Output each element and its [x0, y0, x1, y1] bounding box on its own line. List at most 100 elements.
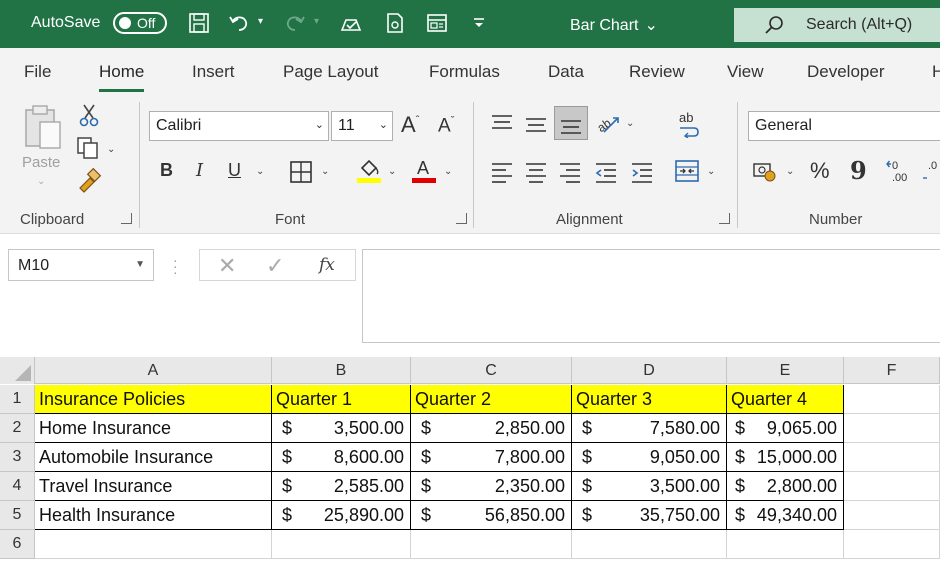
- cell-b2[interactable]: $3,500.00: [272, 414, 411, 443]
- cell-d1[interactable]: Quarter 3: [572, 385, 727, 414]
- row-header-3[interactable]: 3: [0, 443, 35, 472]
- cell-f6[interactable]: [844, 530, 940, 559]
- cell-a1[interactable]: Insurance Policies: [35, 385, 272, 414]
- tab-review[interactable]: Review: [629, 62, 685, 82]
- copy-icon[interactable]: [76, 136, 100, 160]
- underline-button[interactable]: U: [228, 160, 241, 181]
- cell-b5[interactable]: $25,890.00: [272, 501, 411, 530]
- cell-d5[interactable]: $35,750.00: [572, 501, 727, 530]
- cell-f1[interactable]: [844, 385, 940, 414]
- cell-f5[interactable]: [844, 501, 940, 530]
- middle-align-icon[interactable]: [524, 112, 548, 136]
- cell-c3[interactable]: $7,800.00: [411, 443, 572, 472]
- accounting-caret-icon[interactable]: ⌄: [786, 166, 794, 177]
- column-header-d[interactable]: D: [572, 357, 727, 384]
- fill-color-icon[interactable]: [356, 156, 382, 184]
- cell-e6[interactable]: [727, 530, 844, 559]
- clipboard-launcher-icon[interactable]: [121, 213, 132, 224]
- bold-button[interactable]: B: [160, 160, 173, 181]
- row-header-5[interactable]: 5: [0, 501, 35, 530]
- drag-handle-icon[interactable]: · · ·: [173, 253, 178, 279]
- top-align-icon[interactable]: [490, 112, 514, 136]
- increase-indent-icon[interactable]: [630, 160, 654, 184]
- name-box[interactable]: M10 ▼: [8, 249, 154, 281]
- font-color-icon[interactable]: A: [411, 156, 437, 184]
- enter-icon[interactable]: ✓: [266, 253, 284, 279]
- cell-c4[interactable]: $2,350.00: [411, 472, 572, 501]
- bottom-align-icon[interactable]: [554, 106, 588, 140]
- percent-style-button[interactable]: %: [810, 158, 830, 184]
- select-all-corner[interactable]: [0, 357, 35, 384]
- increase-font-size-icon[interactable]: Aˆ: [401, 112, 419, 138]
- cell-b4[interactable]: $2,585.00: [272, 472, 411, 501]
- merge-caret-icon[interactable]: ⌄: [707, 166, 715, 177]
- column-header-c[interactable]: C: [411, 357, 572, 384]
- cell-a4[interactable]: Travel Insurance: [35, 472, 272, 501]
- cell-a3[interactable]: Automobile Insurance: [35, 443, 272, 472]
- column-header-b[interactable]: B: [272, 357, 411, 384]
- cell-e4[interactable]: $2,800.00: [727, 472, 844, 501]
- cell-e2[interactable]: $9,065.00: [727, 414, 844, 443]
- undo-icon[interactable]: [228, 12, 250, 34]
- print-preview-icon[interactable]: [384, 12, 406, 34]
- font-launcher-icon[interactable]: [456, 213, 467, 224]
- comma-style-button[interactable]: 9: [850, 156, 867, 185]
- paste-caret-icon[interactable]: ⌄: [37, 176, 45, 187]
- font-name-combo[interactable]: Calibri ⌄: [149, 111, 329, 141]
- font-color-caret-icon[interactable]: ⌄: [444, 166, 452, 177]
- column-header-f[interactable]: F: [844, 357, 940, 384]
- cell-d6[interactable]: [572, 530, 727, 559]
- paste-icon[interactable]: [22, 104, 66, 152]
- tab-view[interactable]: View: [727, 62, 764, 82]
- merge-center-icon[interactable]: [674, 158, 700, 184]
- cut-icon[interactable]: [78, 103, 100, 127]
- cell-a6[interactable]: [35, 530, 272, 559]
- cell-a5[interactable]: Health Insurance: [35, 501, 272, 530]
- row-header-2[interactable]: 2: [0, 414, 35, 443]
- row-header-4[interactable]: 4: [0, 472, 35, 501]
- cell-c1[interactable]: Quarter 2: [411, 385, 572, 414]
- tab-page-layout[interactable]: Page Layout: [283, 62, 378, 82]
- quick-print-icon[interactable]: [340, 12, 362, 34]
- column-header-a[interactable]: A: [35, 357, 272, 384]
- cancel-icon[interactable]: ✕: [218, 253, 236, 279]
- tab-developer[interactable]: Developer: [807, 62, 885, 82]
- borders-icon[interactable]: [289, 160, 313, 184]
- cell-b6[interactable]: [272, 530, 411, 559]
- align-left-icon[interactable]: [490, 160, 514, 184]
- fill-color-caret-icon[interactable]: ⌄: [388, 166, 396, 177]
- decrease-font-size-icon[interactable]: Aˇ: [438, 115, 454, 137]
- cell-d4[interactable]: $3,500.00: [572, 472, 727, 501]
- row-header-6[interactable]: 6: [0, 530, 35, 559]
- cell-f3[interactable]: [844, 443, 940, 472]
- orientation-caret-icon[interactable]: ⌄: [626, 118, 634, 129]
- cell-c5[interactable]: $56,850.00: [411, 501, 572, 530]
- copy-caret-icon[interactable]: ⌄: [107, 144, 115, 155]
- underline-caret-icon[interactable]: ⌄: [256, 166, 264, 177]
- tab-data[interactable]: Data: [548, 62, 584, 82]
- accounting-format-icon[interactable]: [752, 160, 778, 184]
- tab-file[interactable]: File: [24, 62, 51, 82]
- cell-f4[interactable]: [844, 472, 940, 501]
- alignment-launcher-icon[interactable]: [719, 213, 730, 224]
- cell-b1[interactable]: Quarter 1: [272, 385, 411, 414]
- format-painter-icon[interactable]: [76, 168, 102, 194]
- orientation-icon[interactable]: ab: [596, 110, 622, 136]
- italic-button[interactable]: I: [196, 160, 203, 181]
- font-size-combo[interactable]: 11 ⌄: [331, 111, 393, 141]
- paste-label[interactable]: Paste: [22, 154, 60, 171]
- cell-e5[interactable]: $49,340.00: [727, 501, 844, 530]
- align-center-icon[interactable]: [524, 160, 548, 184]
- cell-a2[interactable]: Home Insurance: [35, 414, 272, 443]
- form-icon[interactable]: [426, 12, 448, 34]
- cell-b3[interactable]: $8,600.00: [272, 443, 411, 472]
- row-header-1[interactable]: 1: [0, 385, 35, 414]
- cell-c6[interactable]: [411, 530, 572, 559]
- decrease-decimal-icon[interactable]: .0: [922, 158, 940, 184]
- insert-function-button[interactable]: fx: [319, 255, 335, 275]
- number-format-combo[interactable]: General: [748, 111, 940, 141]
- document-title[interactable]: Bar Chart ⌄: [570, 15, 658, 35]
- save-icon[interactable]: [188, 12, 210, 34]
- cell-d3[interactable]: $9,050.00: [572, 443, 727, 472]
- cell-c2[interactable]: $2,850.00: [411, 414, 572, 443]
